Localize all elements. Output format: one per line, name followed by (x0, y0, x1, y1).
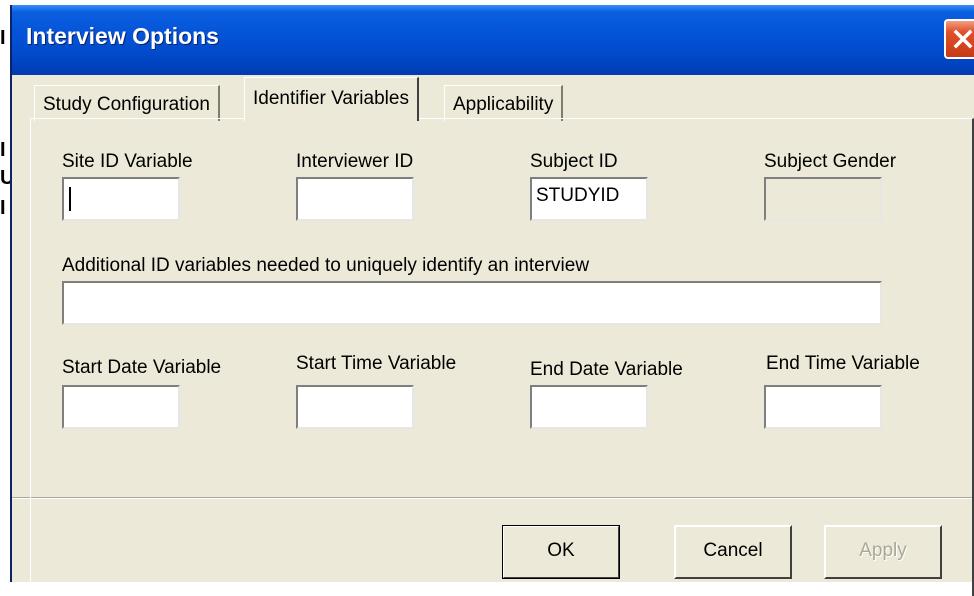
tab-label: Applicability (453, 94, 554, 115)
background-glyph: I (0, 27, 6, 49)
background-glyph: I (0, 139, 6, 161)
tab-applicability[interactable]: Applicability (444, 85, 564, 121)
window-title: Interview Options (26, 23, 219, 49)
close-icon (953, 29, 973, 49)
tab-label: Identifier Variables (253, 88, 409, 109)
tab-identifier-variables[interactable]: Identifier Variables (244, 77, 419, 121)
interview-options-dialog: Interview Options Study Configuration Id… (10, 5, 974, 596)
background-glyph: U (0, 167, 15, 189)
close-button[interactable] (944, 19, 974, 59)
tab-study-configuration[interactable]: Study Configuration (34, 85, 220, 121)
tab-label: Study Configuration (43, 94, 210, 115)
title-bar[interactable]: Interview Options (12, 5, 974, 75)
background-glyph: I (0, 197, 6, 219)
identifier-variables-panel (30, 118, 974, 596)
